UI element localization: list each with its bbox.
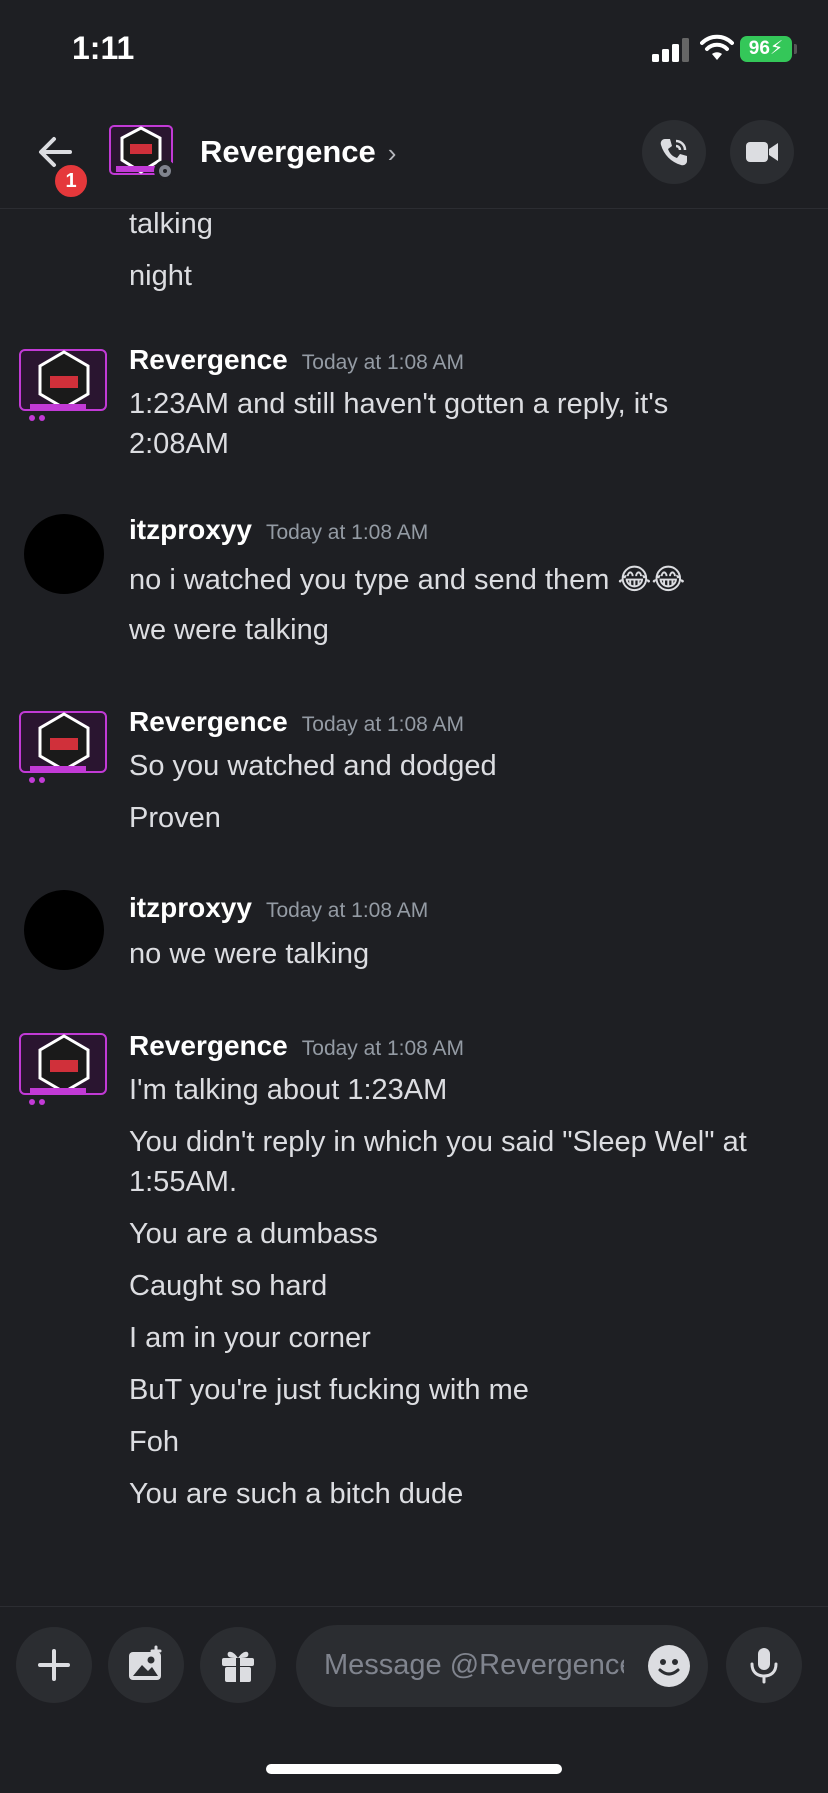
- message-line: night: [129, 260, 192, 292]
- message-line: Caught so hard: [129, 1270, 328, 1302]
- voice-message-button[interactable]: [726, 1627, 802, 1703]
- wifi-icon: [700, 34, 734, 60]
- message-author[interactable]: itzproxyy Today at 1:08 AM: [129, 892, 428, 924]
- gift-button[interactable]: [200, 1627, 276, 1703]
- status-time: 1:11: [72, 30, 135, 66]
- message-line: You didn't reply in which you said "Slee…: [129, 1126, 747, 1158]
- message-timestamp: Today at 1:08 AM: [301, 1037, 465, 1060]
- avatar[interactable]: [18, 708, 110, 788]
- video-call-button[interactable]: [730, 120, 794, 184]
- author-name: itzproxyy: [129, 892, 252, 923]
- chevron-right-icon: ›: [387, 138, 397, 168]
- battery-level: 96: [748, 38, 770, 59]
- home-indicator[interactable]: [266, 1764, 562, 1774]
- conversation-title[interactable]: Revergence ›: [200, 134, 396, 170]
- message-timestamp: Today at 1:08 AM: [301, 351, 465, 374]
- dm-header: 1 Revergence ›: [0, 100, 828, 209]
- message-list[interactable]: talking night Revergence Today at 1:08 AM…: [0, 208, 828, 1608]
- gallery-button[interactable]: [108, 1627, 184, 1703]
- message-line: 1:55AM.: [129, 1166, 237, 1198]
- author-name: Revergence: [129, 706, 288, 737]
- avatar[interactable]: [18, 346, 110, 426]
- message-line: BuT you're just fucking with me: [129, 1374, 529, 1406]
- message-line: You are such a bitch dude: [129, 1478, 464, 1510]
- message-author[interactable]: itzproxyy Today at 1:08 AM: [129, 514, 428, 546]
- message-author[interactable]: Revergence Today at 1:08 AM: [129, 706, 464, 738]
- author-name: Revergence: [129, 344, 288, 375]
- cellular-signal-icon: [652, 38, 689, 62]
- message-line: You are a dumbass: [129, 1218, 378, 1250]
- message-line: Foh: [129, 1426, 179, 1458]
- gift-icon: [222, 1651, 254, 1682]
- video-camera-icon: [746, 142, 778, 162]
- message-input[interactable]: Message @Revergence: [296, 1625, 708, 1707]
- message-author[interactable]: Revergence Today at 1:08 AM: [129, 344, 464, 376]
- message-line: 2:08AM: [129, 428, 229, 460]
- message-line: we were talking: [129, 614, 329, 646]
- author-name: itzproxyy: [129, 514, 252, 545]
- message-line: 1:23AM and still haven't gotten a reply,…: [129, 388, 669, 420]
- charging-bolt-icon: ⚡: [769, 38, 784, 59]
- status-bar: 1:11 96⚡: [0, 0, 828, 100]
- avatar[interactable]: [24, 890, 104, 970]
- message-line: I'm talking about 1:23AM: [129, 1074, 448, 1106]
- author-name: Revergence: [129, 1030, 288, 1061]
- emoji-button[interactable]: [648, 1645, 690, 1687]
- message-timestamp: Today at 1:08 AM: [301, 713, 465, 736]
- message-line: talking: [129, 208, 213, 240]
- message-placeholder: Message @Revergence: [324, 1649, 624, 1681]
- image-icon: [129, 1645, 162, 1680]
- battery-indicator: 96⚡: [740, 36, 797, 62]
- message-line: no we were talking: [129, 938, 370, 970]
- microphone-icon: [750, 1648, 778, 1684]
- voice-call-button[interactable]: [642, 120, 706, 184]
- phone-call-icon: [660, 139, 687, 166]
- message-timestamp: Today at 1:08 AM: [265, 899, 429, 922]
- message-line: Proven: [129, 802, 221, 834]
- message-line: So you watched and dodged: [129, 750, 497, 782]
- avatar[interactable]: [24, 514, 104, 594]
- avatar[interactable]: [18, 1030, 110, 1110]
- message-line: no i watched you type and send them 😂😂: [129, 564, 686, 596]
- message-timestamp: Today at 1:08 AM: [265, 521, 429, 544]
- offline-status-icon: [154, 160, 176, 182]
- add-attachment-button[interactable]: [16, 1627, 92, 1703]
- plus-icon: [38, 1649, 70, 1681]
- unread-badge: 1: [52, 162, 90, 200]
- smiley-icon: [658, 1659, 680, 1676]
- conversation-title-text: Revergence: [200, 134, 376, 169]
- message-line: I am in your corner: [129, 1322, 371, 1354]
- message-author[interactable]: Revergence Today at 1:08 AM: [129, 1030, 464, 1062]
